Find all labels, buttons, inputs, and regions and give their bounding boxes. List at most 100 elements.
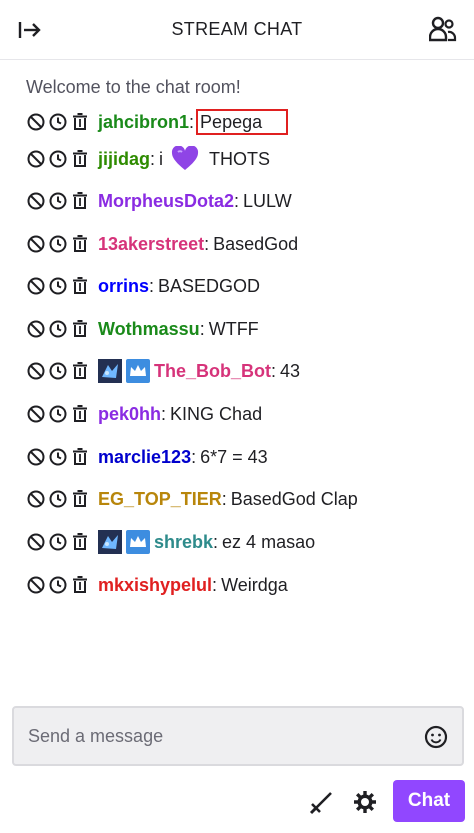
mod-actions (26, 575, 92, 595)
chat-username[interactable]: 13akerstreet (98, 234, 204, 255)
mod-actions (26, 234, 92, 254)
chat-message: jijidag: i THOTS (26, 144, 270, 174)
crown-badge-icon[interactable] (126, 530, 150, 554)
chat-message: jahcibron1: Pepega (26, 107, 289, 137)
timeout-icon[interactable] (48, 234, 68, 254)
chat-message: Wothmassu: WTFF (26, 314, 259, 344)
mod-actions (26, 112, 92, 132)
chat-message-text: Pepega (196, 109, 289, 135)
sword-icon[interactable] (308, 788, 336, 816)
chat-username[interactable]: marclie123 (98, 447, 191, 468)
welcome-message: Welcome to the chat room! (26, 77, 241, 97)
chat-message: MorpheusDota2: LULW (26, 186, 292, 216)
chat-message: marclie123:6*7 = 43 (26, 442, 268, 472)
timeout-icon[interactable] (48, 404, 68, 424)
ban-icon[interactable] (26, 191, 46, 211)
ban-icon[interactable] (26, 149, 46, 169)
chat-username[interactable]: orrins (98, 276, 149, 297)
chat-message-text: 6*7 = 43 (200, 446, 268, 467)
purple-heart-emote-icon (171, 146, 199, 172)
delete-icon[interactable] (70, 234, 90, 254)
chat-input-container (12, 706, 464, 766)
ban-icon[interactable] (26, 575, 46, 595)
chat-message: The_Bob_Bot:43 (26, 356, 300, 386)
delete-icon[interactable] (70, 489, 90, 509)
settings-gear-icon[interactable] (351, 788, 379, 816)
ban-icon[interactable] (26, 276, 46, 296)
chat-message: EG_TOP_TIER: BasedGod Clap (26, 484, 358, 514)
community-users-icon[interactable] (428, 14, 458, 44)
timeout-icon[interactable] (48, 532, 68, 552)
ban-icon[interactable] (26, 404, 46, 424)
chat-message-text: WTFF (208, 318, 259, 339)
mod-actions (26, 276, 92, 296)
delete-icon[interactable] (70, 404, 90, 424)
mod-actions (26, 319, 92, 339)
chat-message-text: LULW (243, 190, 292, 211)
delete-icon[interactable] (70, 575, 90, 595)
delete-icon[interactable] (70, 149, 90, 169)
delete-icon[interactable] (70, 447, 90, 467)
delete-icon[interactable] (70, 276, 90, 296)
delete-icon[interactable] (70, 191, 90, 211)
emote-badge-icon[interactable] (98, 359, 122, 383)
chat-username[interactable]: MorpheusDota2 (98, 191, 234, 212)
chat-message: orrins: BASEDGOD (26, 271, 260, 301)
timeout-icon[interactable] (48, 447, 68, 467)
timeout-icon[interactable] (48, 319, 68, 339)
chat-username[interactable]: The_Bob_Bot (154, 361, 271, 382)
ban-icon[interactable] (26, 319, 46, 339)
chat-message-text: BasedGod Clap (230, 488, 358, 509)
mod-actions (26, 489, 92, 509)
chat-header: STREAM CHAT (0, 0, 474, 60)
mod-actions (26, 404, 92, 424)
timeout-icon[interactable] (48, 575, 68, 595)
chat-message: 13akerstreet: BasedGod (26, 229, 298, 259)
ban-icon[interactable] (26, 112, 46, 132)
timeout-icon[interactable] (48, 489, 68, 509)
chat-actions-bar: Chat (0, 780, 474, 824)
chat-message-text: KING Chad (170, 403, 263, 424)
collapse-chat-icon[interactable] (16, 16, 44, 44)
chat-message-text: BASEDGOD (158, 275, 261, 296)
ban-icon[interactable] (26, 532, 46, 552)
mod-actions (26, 532, 92, 552)
chat-message-text: Weirdga (221, 574, 288, 595)
ban-icon[interactable] (26, 234, 46, 254)
timeout-icon[interactable] (48, 191, 68, 211)
delete-icon[interactable] (70, 532, 90, 552)
mod-actions (26, 447, 92, 467)
chat-username[interactable]: jijidag (98, 149, 150, 170)
emote-badge-icon[interactable] (98, 530, 122, 554)
emote-picker-icon[interactable] (424, 725, 448, 749)
delete-icon[interactable] (70, 319, 90, 339)
chat-message: pek0hh: KING Chad (26, 399, 262, 429)
chat-message-text: THOTS (209, 148, 271, 169)
ban-icon[interactable] (26, 361, 46, 381)
chat-username[interactable]: jahcibron1 (98, 112, 189, 133)
timeout-icon[interactable] (48, 112, 68, 132)
chat-username[interactable]: EG_TOP_TIER (98, 489, 222, 510)
chat-message: mkxishypelul: Weirdga (26, 570, 288, 600)
chat-message-text: i (159, 148, 164, 169)
chat-message-text: ez 4 masao (222, 531, 316, 552)
delete-icon[interactable] (70, 361, 90, 381)
timeout-icon[interactable] (48, 276, 68, 296)
chat-username[interactable]: mkxishypelul (98, 575, 212, 596)
delete-icon[interactable] (70, 112, 90, 132)
chat-message: shrebk: ez 4 masao (26, 527, 315, 557)
chat-message-list[interactable]: Welcome to the chat room! jahcibron1: Pep… (0, 60, 474, 700)
timeout-icon[interactable] (48, 149, 68, 169)
chat-username[interactable]: shrebk (154, 532, 213, 553)
send-chat-button[interactable]: Chat (393, 780, 465, 822)
crown-badge-icon[interactable] (126, 359, 150, 383)
mod-actions (26, 149, 92, 169)
ban-icon[interactable] (26, 447, 46, 467)
chat-username[interactable]: Wothmassu (98, 319, 200, 340)
ban-icon[interactable] (26, 489, 46, 509)
chat-message-input[interactable] (14, 708, 462, 764)
chat-message-text: 43 (280, 360, 301, 381)
chat-message-text: BasedGod (213, 233, 299, 254)
timeout-icon[interactable] (48, 361, 68, 381)
chat-username[interactable]: pek0hh (98, 404, 161, 425)
